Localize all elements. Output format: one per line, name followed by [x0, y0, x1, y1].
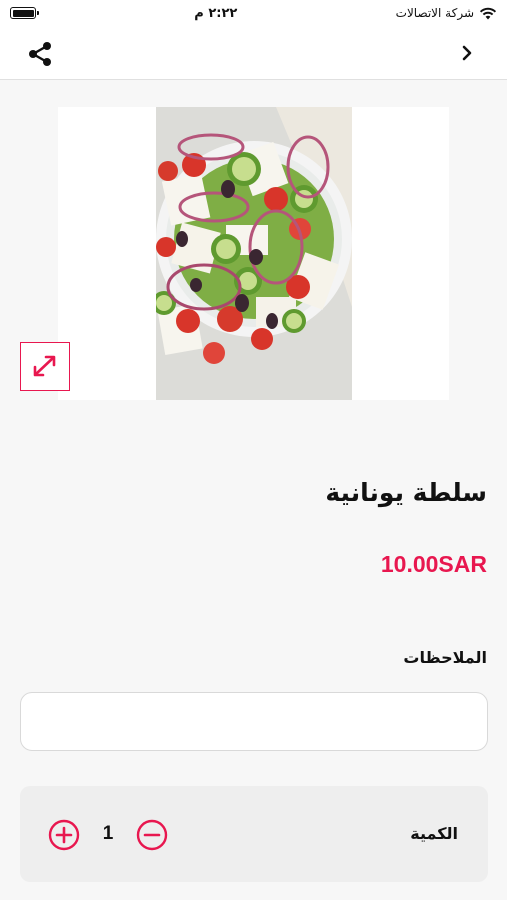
product-detail-screen: ٢:٢٢ م شركة الاتصالات سلطة يونانية 10.00… [0, 0, 507, 900]
wifi-icon [479, 7, 497, 19]
share-icon[interactable] [26, 40, 54, 68]
notes-label: الملاحظات [403, 648, 487, 667]
expand-icon [33, 355, 56, 377]
product-price: 10.00SAR [380, 551, 487, 577]
carrier-name: شركة الاتصالات [395, 6, 474, 20]
notes-input[interactable] [20, 692, 488, 751]
quantity-value: 1 [102, 823, 114, 844]
nav-bar [0, 26, 507, 80]
status-time: ٢:٢٢ م [194, 5, 238, 21]
carrier-info: شركة الاتصالات [396, 6, 497, 20]
quantity-stepper: الكمية 1 [20, 786, 488, 882]
chevron-right-icon[interactable] [457, 42, 477, 64]
quantity-label: الكمية [410, 824, 458, 843]
plus-circle-icon[interactable] [48, 819, 80, 851]
product-photo [156, 107, 352, 400]
status-bar: ٢:٢٢ م شركة الاتصالات [0, 0, 507, 26]
expand-image-button[interactable] [20, 342, 70, 391]
product-image-container [58, 107, 449, 400]
battery-icon [10, 7, 39, 19]
product-name: سلطة يونانية [325, 478, 487, 507]
greek-salad-image [156, 107, 352, 400]
minus-circle-icon[interactable] [136, 819, 168, 851]
